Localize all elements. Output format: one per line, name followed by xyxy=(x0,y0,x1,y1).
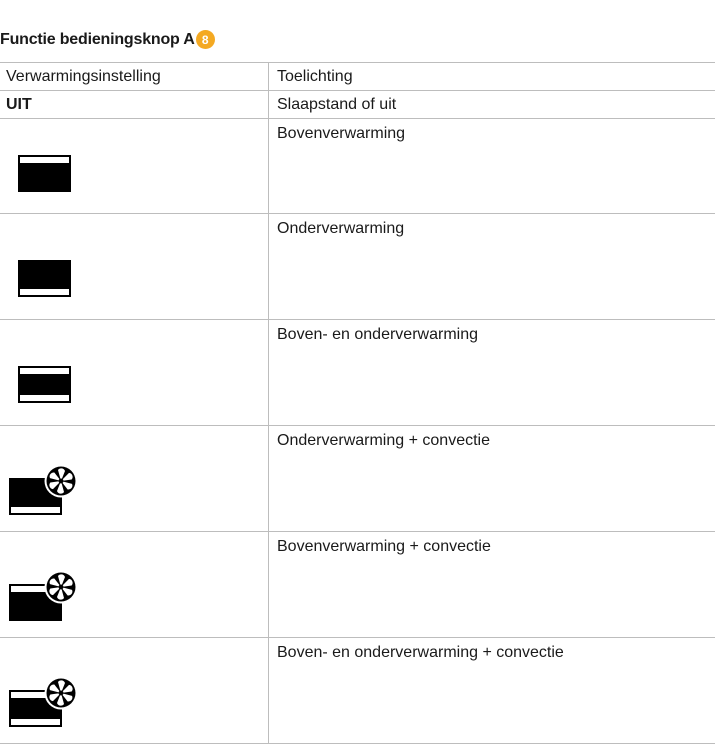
explanation-cell: Boven- en onderverwarming xyxy=(268,319,715,426)
bottom-heat-icon xyxy=(18,260,71,297)
column-header-explanation: Toelichting xyxy=(268,62,715,91)
explanation-cell: Onderverwarming xyxy=(268,213,715,320)
top-bottom-heat-icon xyxy=(18,366,71,403)
table-row: Bovenverwarming + convectie xyxy=(0,531,715,638)
table-row: UIT Slaapstand of uit xyxy=(0,90,715,119)
explanation-text: Bovenverwarming + convectie xyxy=(277,538,491,555)
setting-cell xyxy=(0,637,269,744)
explanation-text: Onderverwarming xyxy=(277,220,405,237)
top-heat-icon xyxy=(18,155,71,192)
bottom-heat-fan-icon xyxy=(9,464,78,515)
setting-cell: UIT xyxy=(0,90,269,119)
setting-cell xyxy=(0,213,269,320)
setting-cell xyxy=(0,319,269,426)
explanation-text: Bovenverwarming xyxy=(277,125,406,142)
table-row: Onderverwarming xyxy=(0,213,715,320)
setting-cell xyxy=(0,118,269,214)
column-header-setting: Verwarmingsinstelling xyxy=(0,62,269,91)
table-row: Onderverwarming + convectie xyxy=(0,425,715,532)
explanation-text: Boven- en onderverwarming xyxy=(277,326,478,343)
setting-cell xyxy=(0,531,269,638)
table-row: Boven- en onderverwarming + convectie xyxy=(0,637,715,744)
section-title: Functie bedieningsknop A8 xyxy=(0,30,215,49)
table-header-row: Verwarmingsinstelling Toelichting xyxy=(0,62,715,91)
explanation-cell: Onderverwarming + convectie xyxy=(268,425,715,532)
explanation-text: Boven- en onderverwarming + convectie xyxy=(277,644,564,661)
top-bottom-heat-fan-icon xyxy=(9,676,78,727)
setting-text: UIT xyxy=(6,96,32,113)
reference-badge: 8 xyxy=(195,30,215,49)
table-row: Boven- en onderverwarming xyxy=(0,319,715,426)
explanation-cell: Slaapstand of uit xyxy=(268,90,715,119)
table-row: Bovenverwarming xyxy=(0,118,715,214)
heating-settings-table: Verwarmingsinstelling Toelichting UIT Sl… xyxy=(0,62,715,744)
top-heat-fan-icon xyxy=(9,570,78,621)
explanation-cell: Bovenverwarming xyxy=(268,118,715,214)
explanation-cell: Boven- en onderverwarming + convectie xyxy=(268,637,715,744)
explanation-cell: Bovenverwarming + convectie xyxy=(268,531,715,638)
section-title-text: Functie bedieningsknop A xyxy=(0,30,195,48)
setting-cell xyxy=(0,425,269,532)
explanation-text: Onderverwarming + convectie xyxy=(277,432,490,449)
